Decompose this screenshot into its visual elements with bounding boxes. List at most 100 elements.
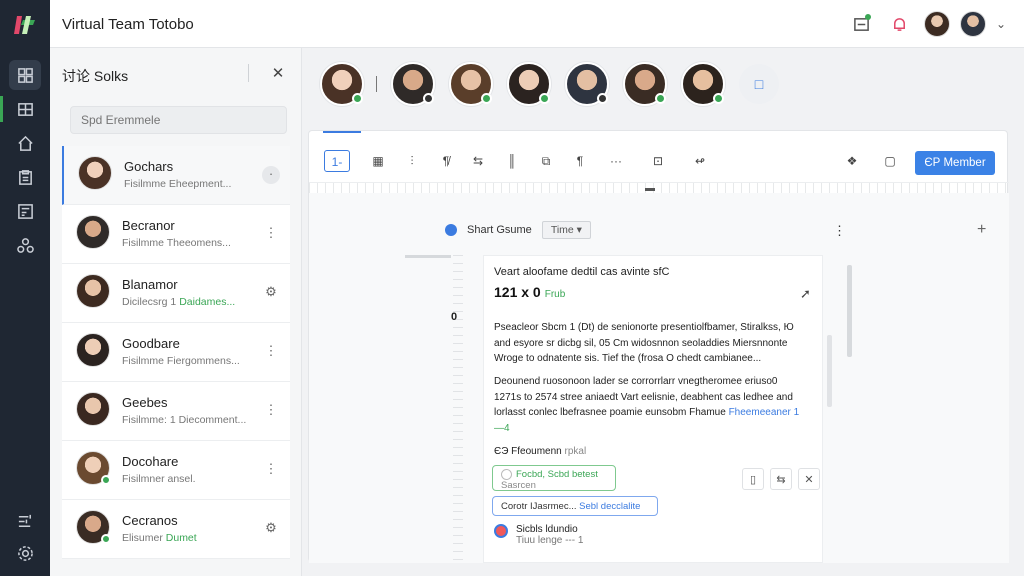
avatar bbox=[76, 510, 111, 544]
more-icon[interactable]: ⋮ bbox=[833, 223, 846, 239]
close-icon[interactable]: ✕ bbox=[798, 468, 820, 490]
layers-icon[interactable]: ❖ bbox=[841, 150, 863, 172]
participant-avatar[interactable] bbox=[449, 62, 493, 106]
more-icon[interactable]: ⋮ bbox=[262, 225, 280, 243]
expand-participants-icon[interactable]: □ bbox=[739, 64, 779, 104]
online-status bbox=[101, 475, 111, 485]
avatar bbox=[76, 274, 110, 308]
sheet-header: Shart Gsume Time ▾ bbox=[445, 221, 591, 239]
notification-dot bbox=[864, 14, 871, 20]
add-icon[interactable]: + bbox=[977, 221, 986, 239]
list-item[interactable]: Goodbare Fisilmme Fiergommens... ⋮ bbox=[62, 323, 290, 382]
doc-link[interactable]: Fheemeeaner 1 bbox=[729, 407, 800, 418]
contacts-panel: 讨论 Solks ✕ Gochars Fisilmme Eheepment...… bbox=[50, 48, 302, 576]
scrollbar[interactable] bbox=[847, 265, 852, 357]
attachment-chip[interactable]: Focbd, Scbd betest Sasrcen bbox=[492, 465, 616, 491]
more-icon[interactable]: ⋮ bbox=[262, 343, 280, 361]
more-icon[interactable]: ⋮ bbox=[262, 461, 280, 479]
gear-icon[interactable]: ⚙ bbox=[262, 284, 280, 302]
rectangle-icon[interactable]: ▯ bbox=[742, 468, 764, 490]
user-avatar-secondary[interactable] bbox=[959, 11, 986, 37]
list-item[interactable]: Cecranos Elisumer Dumet ⚙ bbox=[62, 500, 290, 559]
vertical-ruler: 0 bbox=[405, 255, 465, 565]
list-item[interactable]: Docohare Fisilmner ansel. ⋮ bbox=[62, 441, 290, 500]
active-tab-indicator bbox=[323, 131, 361, 133]
participant-avatar[interactable] bbox=[565, 62, 609, 106]
ruler-marker bbox=[405, 255, 451, 258]
time-select[interactable]: Time ▾ bbox=[541, 221, 591, 239]
selection-chip[interactable]: Corotr IJasrmec... Sebl decclalite bbox=[492, 496, 658, 516]
comment-name: Sicbls ldundio bbox=[516, 524, 578, 535]
rail-report-icon[interactable] bbox=[9, 196, 41, 226]
avatar bbox=[78, 156, 112, 190]
search-input[interactable] bbox=[70, 106, 287, 134]
status-dot bbox=[597, 93, 608, 104]
active-indicator bbox=[0, 96, 3, 122]
format-clear-icon[interactable]: ¶̸ bbox=[435, 150, 457, 172]
document-page[interactable]: Veart aloofame dedtil cas avinte sfC 121… bbox=[483, 255, 823, 563]
horizontal-ruler bbox=[309, 183, 1009, 193]
contact-name: Blanamor bbox=[122, 277, 178, 292]
user-avatar[interactable] bbox=[923, 11, 950, 37]
align-tool-icon[interactable]: ⫶ bbox=[401, 150, 423, 172]
bell-icon[interactable] bbox=[886, 10, 914, 38]
online-status bbox=[539, 93, 550, 104]
contact-name: Docohare bbox=[122, 454, 179, 469]
rail-dashboard-icon[interactable] bbox=[9, 60, 41, 90]
paragraph-icon[interactable]: ¶ bbox=[569, 150, 591, 172]
scrollbar[interactable] bbox=[827, 335, 832, 407]
divider bbox=[248, 64, 249, 82]
list-item[interactable]: Geebes Fisilmme: 1 Diecomment... ⋮ bbox=[62, 382, 290, 441]
divider bbox=[376, 76, 377, 92]
avatar bbox=[76, 333, 110, 367]
rail-settings-icon[interactable] bbox=[9, 538, 41, 568]
rail-sliders-icon[interactable] bbox=[9, 506, 41, 536]
more-tools-icon[interactable]: ··· bbox=[605, 150, 627, 172]
heading-tool-button[interactable]: 1- bbox=[324, 150, 350, 172]
status-icon[interactable]: · bbox=[262, 166, 280, 184]
participant-avatar[interactable] bbox=[681, 62, 725, 106]
contact-name: Cecranos bbox=[122, 513, 178, 528]
contact-sub: Fisilmme Eheepment... bbox=[124, 178, 232, 190]
participant-bar: □ bbox=[320, 62, 779, 106]
list-item[interactable]: Becranor Fisilmme Theeomens... ⋮ bbox=[62, 205, 290, 264]
columns-icon[interactable]: ║ bbox=[501, 150, 523, 172]
chevron-down-icon[interactable]: ⌄ bbox=[996, 17, 1006, 31]
close-icon[interactable]: ✕ bbox=[268, 64, 288, 84]
contact-sub: Fisilmme: 1 Diecomment... bbox=[122, 414, 247, 426]
table-tool-icon[interactable]: ▦ bbox=[367, 150, 389, 172]
rail-grid-icon[interactable] bbox=[9, 94, 41, 124]
avatar bbox=[76, 392, 110, 426]
participant-avatar[interactable] bbox=[391, 62, 435, 106]
rail-cluster-icon[interactable] bbox=[9, 230, 41, 260]
image-icon[interactable]: ⊡ bbox=[647, 150, 669, 172]
list-item[interactable]: Gochars Fisilmme Eheepment... · bbox=[62, 146, 290, 205]
contact-list: Gochars Fisilmme Eheepment... · Becranor… bbox=[62, 146, 290, 559]
add-member-button[interactable]: ЄР Member bbox=[915, 151, 995, 175]
contact-name: Geebes bbox=[122, 395, 168, 410]
rail-clipboard-icon[interactable] bbox=[9, 162, 41, 192]
ruler-handle[interactable] bbox=[645, 188, 655, 191]
more-icon[interactable]: ⋮ bbox=[262, 402, 280, 420]
gear-icon[interactable]: ⚙ bbox=[262, 520, 280, 538]
list-item[interactable]: Blanamor Dicilecsrg 1 Daidames... ⚙ bbox=[62, 264, 290, 323]
contact-name: Goodbare bbox=[122, 336, 180, 351]
contact-name: Becranor bbox=[122, 218, 175, 233]
editor-workspace: 1- ▦ ⫶ ¶̸ ⇆ ║ ⧉ ¶ ··· ⊡ ↫ ❖ ▢ ЄР Member … bbox=[308, 130, 1009, 565]
undo-icon[interactable]: ↫ bbox=[689, 150, 711, 172]
avatar bbox=[76, 215, 110, 249]
online-status bbox=[101, 534, 111, 544]
rail-home-icon[interactable] bbox=[9, 128, 41, 158]
participant-avatar[interactable] bbox=[507, 62, 551, 106]
share-icon[interactable]: ➚ bbox=[800, 286, 811, 302]
participant-avatar[interactable] bbox=[320, 62, 364, 106]
comment-icon[interactable]: ▢ bbox=[879, 150, 901, 172]
app-logo[interactable] bbox=[13, 12, 37, 38]
swap-icon[interactable]: ⇆ bbox=[467, 150, 489, 172]
inbox-icon[interactable] bbox=[848, 10, 876, 38]
swap-icon[interactable]: ⇆ bbox=[770, 468, 792, 490]
participant-avatar[interactable] bbox=[623, 62, 667, 106]
online-status bbox=[352, 93, 363, 104]
comment-entry[interactable]: Sicbls ldundio Tiuu lenge --- 1 bbox=[494, 524, 583, 546]
copy-icon[interactable]: ⧉ bbox=[535, 150, 557, 172]
